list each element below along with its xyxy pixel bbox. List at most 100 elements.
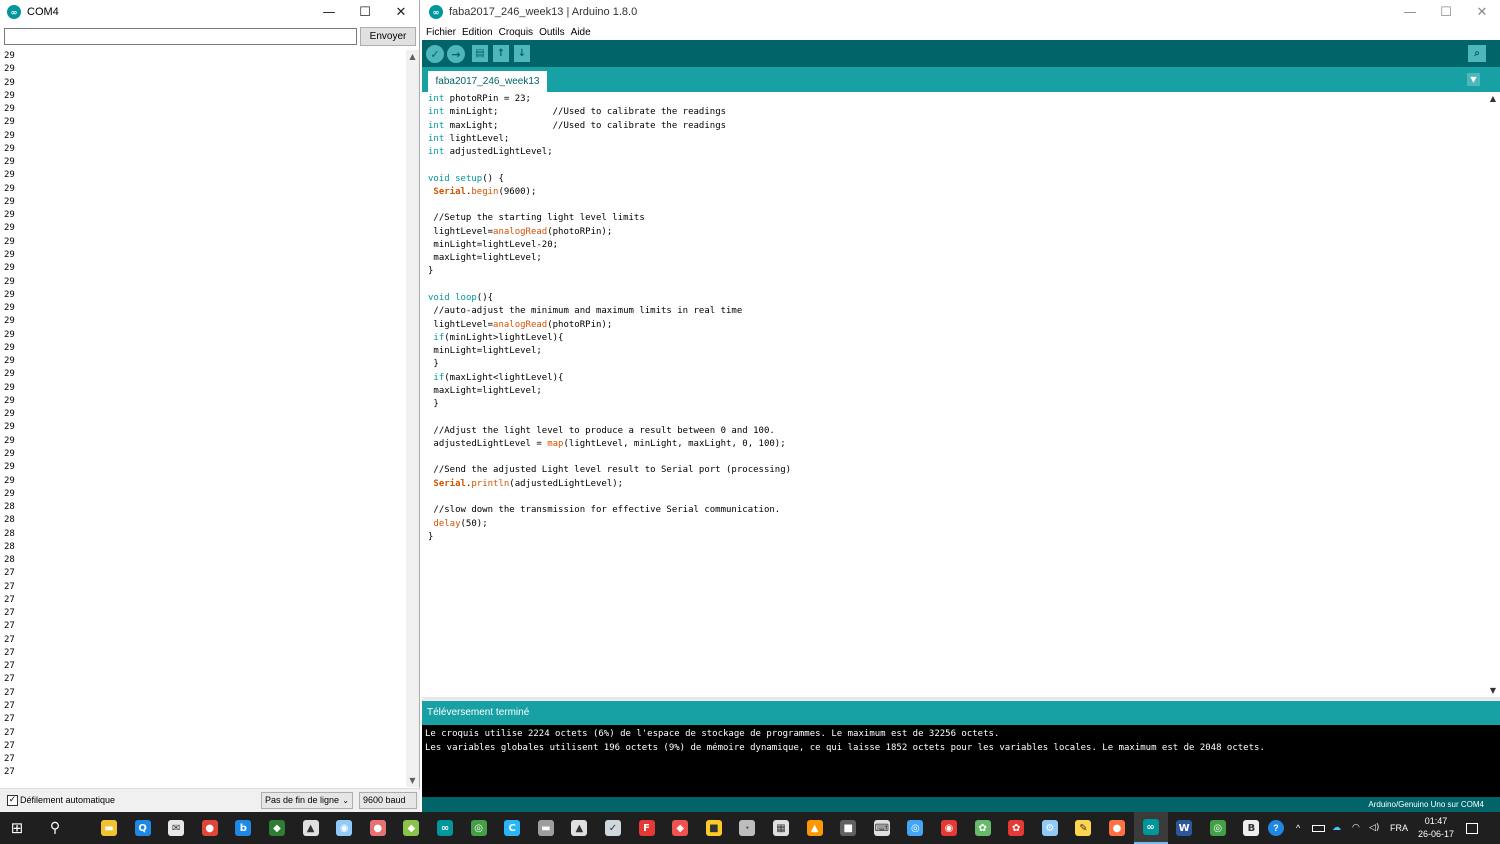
tray-chevron-icon[interactable]: ^: [1296, 812, 1300, 844]
line-ending-select[interactable]: Pas de fin de ligne ⌄: [261, 792, 353, 809]
taskbar-app-app-green2[interactable]: ◎: [1201, 812, 1235, 844]
editor-scrollbar[interactable]: ▲ ▼: [1486, 92, 1500, 697]
menu-croquis[interactable]: Croquis: [499, 27, 533, 38]
close-button[interactable]: ✕: [1464, 0, 1500, 24]
taskbar-app-app-green[interactable]: ◎: [462, 812, 496, 844]
taskbar-app-ccleaner[interactable]: C: [495, 812, 529, 844]
taskbar-app-chrome[interactable]: ●: [193, 812, 227, 844]
serial-line: 29: [4, 196, 15, 207]
code-token: (9600);: [498, 186, 537, 197]
taskbar-app-git[interactable]: ◆: [394, 812, 428, 844]
battery-icon[interactable]: [1312, 812, 1325, 844]
scroll-down-icon[interactable]: ▼: [1486, 684, 1500, 697]
code-line: //slow down the transmission for effecti…: [428, 504, 791, 517]
taskbar-app-bluetooth[interactable]: b: [226, 812, 260, 844]
upload-button[interactable]: →: [447, 45, 465, 63]
wifi-icon[interactable]: ◠: [1352, 812, 1360, 844]
menu-edition[interactable]: Edition: [462, 27, 493, 38]
menu-aide[interactable]: Aide: [571, 27, 591, 38]
taskbar-app-firefox[interactable]: ●: [1100, 812, 1134, 844]
taskbar-app-app-circle[interactable]: ◎: [898, 812, 932, 844]
taskbar-app-inkscape[interactable]: ◉: [327, 812, 361, 844]
save-sketch-button[interactable]: ↓: [514, 45, 530, 62]
serial-scrollbar[interactable]: ▲ ▼: [406, 50, 419, 787]
code-line: int maxLight; //Used to calibrate the re…: [428, 120, 791, 133]
taskbar-app-app-tools[interactable]: ✎: [1066, 812, 1100, 844]
cursor-tool-icon: ·: [739, 820, 756, 836]
new-sketch-button[interactable]: ▤: [472, 45, 488, 62]
close-button[interactable]: ✕: [383, 0, 419, 24]
clock-date: 26-06-17: [1417, 829, 1455, 839]
send-button[interactable]: Envoyer: [360, 27, 416, 46]
taskbar-app-app-arrow[interactable]: ▲: [562, 812, 596, 844]
volume-icon[interactable]: ◁): [1369, 812, 1379, 844]
taskbar-app-usb-tool[interactable]: ▬: [529, 812, 563, 844]
scroll-down-icon[interactable]: ▼: [406, 774, 419, 787]
code-area[interactable]: int photoRPin = 23; int minLight; //Used …: [428, 93, 791, 544]
taskbar-app-app-red[interactable]: ●: [361, 812, 395, 844]
autoscroll-checkbox[interactable]: ✓: [7, 795, 18, 806]
taskbar-app-word[interactable]: W: [1167, 812, 1201, 844]
minimize-button[interactable]: —: [1392, 0, 1428, 24]
ide-titlebar[interactable]: ∞ faba2017_246_week13 | Arduino 1.8.0 — …: [422, 0, 1500, 24]
code-token: map: [547, 438, 564, 449]
serial-line: 28: [4, 502, 15, 513]
scroll-up-icon[interactable]: ▲: [406, 50, 419, 63]
taskbar-app-mail[interactable]: ✉: [159, 812, 193, 844]
code-line: int photoRPin = 23;: [428, 93, 791, 106]
serial-line: 29: [4, 130, 15, 141]
taskbar-app-keyboard[interactable]: ⌨: [865, 812, 899, 844]
taskbar-app-app-b[interactable]: B: [1234, 812, 1268, 844]
maximize-button[interactable]: ☐: [1428, 0, 1464, 24]
language-indicator[interactable]: FRA: [1390, 812, 1408, 844]
taskbar-app-app-gear[interactable]: ⚙: [1033, 812, 1067, 844]
windows-taskbar: ⊞ ⚲ ▬ Q ✉ ● b ◆ ▲ ◉ ● ◆ ∞ ◎ C ▬ ▲ ✓ F ◆ ■ · ▦ ▲ ■ ⌨ ◎ ◉ ✿ ✿ ⚙ ✎ ● ∞ W ◎ B …: [0, 812, 1500, 844]
scroll-up-icon[interactable]: ▲: [1486, 92, 1500, 105]
serial-monitor-button[interactable]: ⌕: [1468, 45, 1486, 62]
taskbar-app-app-box[interactable]: ■: [697, 812, 731, 844]
minimize-button[interactable]: —: [311, 0, 347, 24]
taskbar-app-vlc[interactable]: ▲: [798, 812, 832, 844]
ide-window-title: faba2017_246_week13 | Arduino 1.8.0: [449, 6, 638, 18]
taskbar-app-app-dark[interactable]: ■: [831, 812, 865, 844]
notifications-icon[interactable]: [1466, 812, 1478, 844]
menu-outils[interactable]: Outils: [539, 27, 565, 38]
taskbar-app-app-check[interactable]: ✓: [596, 812, 630, 844]
taskbar-app-app-gem[interactable]: ◆: [663, 812, 697, 844]
serial-send-input[interactable]: [4, 28, 357, 45]
maximize-button[interactable]: ☐: [347, 0, 383, 24]
taskbar-app-photo-app[interactable]: ◆: [260, 812, 294, 844]
open-sketch-button[interactable]: ↑: [493, 45, 509, 62]
baud-rate-select[interactable]: 9600 baud: [359, 792, 417, 809]
taskbar-app-file-explorer[interactable]: ▬: [92, 812, 126, 844]
taskbar-app-app-eye[interactable]: ◉: [932, 812, 966, 844]
taskbar-app-cursor-tool[interactable]: ·: [730, 812, 764, 844]
tab-sketch[interactable]: faba2017_246_week13: [428, 71, 547, 92]
menu-fichier[interactable]: Fichier: [426, 27, 456, 38]
taskbar-app-raspberry[interactable]: ✿: [999, 812, 1033, 844]
taskbar-app-arduino-active[interactable]: ∞: [1133, 812, 1168, 844]
code-token: //auto-adjust the minimum and maximum li…: [428, 306, 743, 317]
code-editor[interactable]: int photoRPin = 23; int minLight; //Used …: [422, 92, 1486, 697]
clock[interactable]: 01:47 26-06-17: [1414, 815, 1458, 841]
onedrive-icon[interactable]: ☁: [1332, 812, 1341, 844]
taskbar-app-search-q[interactable]: Q: [126, 812, 160, 844]
taskbar-app-calculator[interactable]: ▦: [764, 812, 798, 844]
taskbar-app-filezilla[interactable]: F: [630, 812, 664, 844]
verify-button[interactable]: ✓: [426, 45, 444, 63]
search-button[interactable]: ⚲: [38, 812, 72, 844]
taskbar-app-arduino[interactable]: ∞: [428, 812, 462, 844]
tab-menu-button[interactable]: ▼: [1467, 73, 1480, 86]
serial-line: 29: [4, 249, 15, 260]
serial-titlebar[interactable]: ∞ COM4 — ☐ ✕: [0, 0, 419, 24]
serial-line: 29: [4, 183, 15, 194]
help-icon[interactable]: ?: [1268, 812, 1284, 844]
taskbar-app-app-flower[interactable]: ✿: [966, 812, 1000, 844]
start-button[interactable]: ⊞: [0, 812, 34, 844]
serial-line: 29: [4, 210, 15, 221]
code-line: void loop(){: [428, 292, 791, 305]
code-line: //Setup the starting light level limits: [428, 212, 791, 225]
taskbar-app-photos[interactable]: ▲: [294, 812, 328, 844]
